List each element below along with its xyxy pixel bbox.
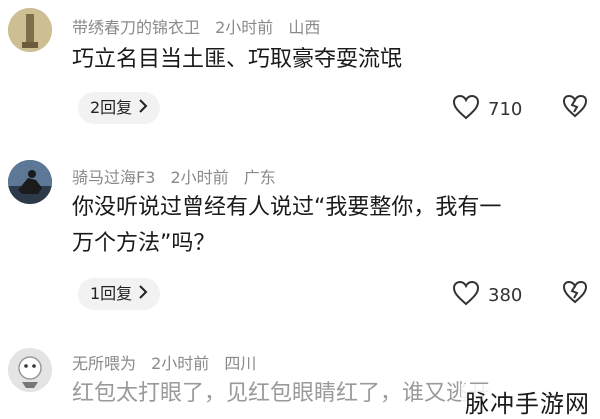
- comment-meta: 骑马过海F3 2小时前 广东: [72, 164, 286, 188]
- comment-line: 巧立名目当土匪、巧取豪夺耍流氓: [72, 47, 403, 72]
- location: 广东: [243, 168, 276, 187]
- avatar[interactable]: [8, 348, 52, 392]
- reply-label: 2回复: [90, 98, 133, 117]
- broken-heart-icon: [562, 94, 588, 122]
- chevron-right-icon: [138, 278, 148, 310]
- username[interactable]: 无所喂为: [72, 354, 136, 373]
- timestamp: 2小时前: [215, 18, 274, 37]
- reply-button[interactable]: 1回复: [78, 278, 161, 310]
- timestamp: 2小时前: [170, 168, 229, 187]
- location: 山西: [288, 18, 321, 37]
- watermark: 脉冲手游网: [461, 384, 594, 419]
- like-count: 380: [488, 285, 523, 306]
- avatar-image: [8, 8, 52, 52]
- dislike-button[interactable]: [562, 280, 588, 308]
- comment-meta: 无所喂为 2小时前 四川: [72, 350, 266, 374]
- timestamp: 2小时前: [151, 354, 210, 373]
- like-count: 710: [488, 99, 523, 120]
- like-button[interactable]: 710: [452, 94, 522, 125]
- avatar-image: [8, 160, 52, 204]
- comment-line: 你没听说过曾经有人说过“我要整你，我有一: [72, 195, 502, 220]
- comment-item: 带绣春刀的锦衣卫 2小时前 山西 巧立名目当土匪、巧取豪夺耍流氓 2回复 710: [0, 0, 600, 140]
- chevron-right-icon: [138, 92, 148, 124]
- heart-icon: [452, 94, 480, 125]
- dislike-button[interactable]: [562, 94, 588, 122]
- avatar-image: [8, 348, 52, 392]
- like-button[interactable]: 380: [452, 280, 522, 311]
- username[interactable]: 带绣春刀的锦衣卫: [72, 18, 200, 37]
- comment-meta: 带绣春刀的锦衣卫 2小时前 山西: [72, 14, 330, 38]
- reply-button[interactable]: 2回复: [78, 92, 161, 124]
- comment-text: 红包太打眼了，见红包眼睛红了，谁又逃开: [72, 376, 490, 412]
- username[interactable]: 骑马过海F3: [72, 168, 155, 187]
- comment-text: 你没听说过曾经有人说过“我要整你，我有一 万个方法”吗？: [72, 190, 501, 262]
- comment-line: 万个方法”吗？: [72, 231, 216, 256]
- comment-item: 骑马过海F3 2小时前 广东 你没听说过曾经有人说过“我要整你，我有一 万个方法…: [0, 150, 600, 330]
- location: 四川: [224, 354, 257, 373]
- broken-heart-icon: [562, 280, 588, 308]
- avatar[interactable]: [8, 160, 52, 204]
- comment-text: 巧立名目当土匪、巧取豪夺耍流氓: [72, 42, 402, 78]
- heart-icon: [452, 280, 480, 311]
- avatar[interactable]: [8, 8, 52, 52]
- reply-label: 1回复: [90, 284, 133, 303]
- comment-line: 红包太打眼了，见红包眼睛红了，谁又逃开: [72, 381, 491, 406]
